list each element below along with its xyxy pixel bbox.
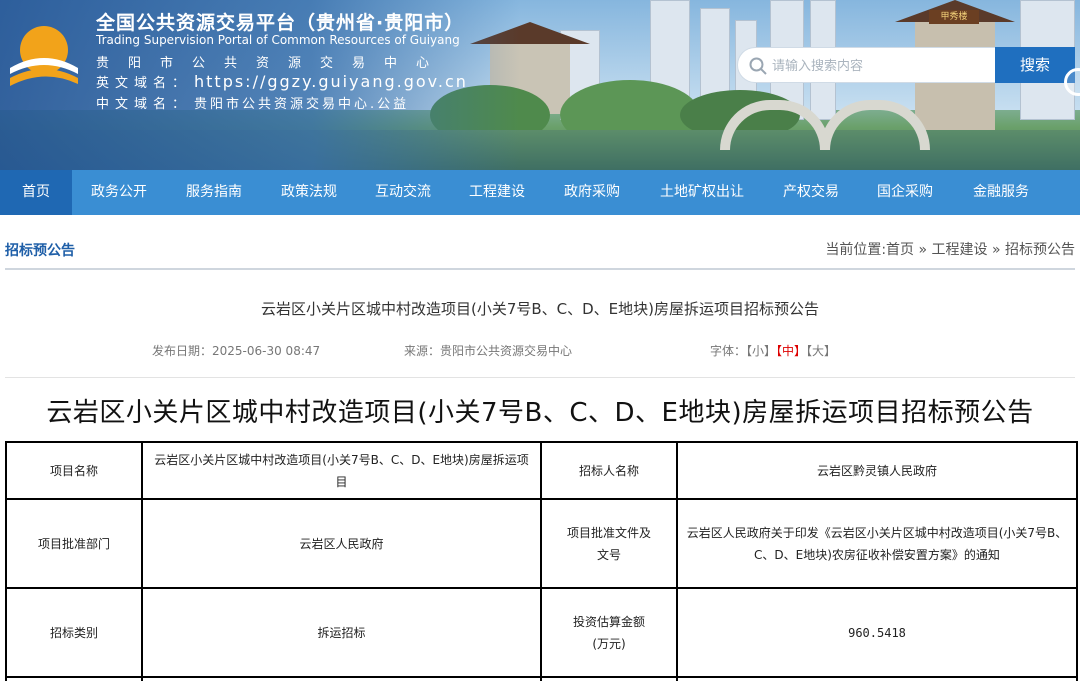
font-size-controls: 字体：【小】【中】【大】 <box>710 342 836 359</box>
table-cell-empty <box>141 676 542 681</box>
font-medium-button[interactable]: 【中】 <box>776 344 806 358</box>
document-title: 云岩区小关片区城中村改造项目(小关7号B、C、D、E地块)房屋拆运项目招标预公告 <box>46 398 1034 428</box>
nav-item-service-guide[interactable]: 服务指南 <box>166 170 262 215</box>
search-icon <box>749 57 767 75</box>
nav-item-property-trading[interactable]: 产权交易 <box>764 170 858 215</box>
breadcrumb[interactable]: 当前位置:首页 » 工程建设 » 招标预公告 <box>825 239 1075 259</box>
english-domain-link[interactable]: https://ggzy.guiyang.gov.cn <box>194 72 468 91</box>
table-row: 招标类别 拆运招标 投资估算金额(万元) 960.5418 <box>5 587 1078 678</box>
site-title: 全国公共资源交易平台（贵州省·贵阳市） <box>96 12 465 34</box>
section-title: 招标预公告 <box>5 243 75 259</box>
site-organization: 贵阳市公共资源交易中心 <box>96 56 449 71</box>
table-cell-empty <box>676 676 1078 681</box>
table-cell-label: 投资估算金额(万元) <box>540 587 678 678</box>
nav-item-government-procurement[interactable]: 政府采购 <box>544 170 640 215</box>
font-small-button[interactable]: 【小】 <box>746 344 776 358</box>
nav-item-government-affairs[interactable]: 政务公开 <box>72 170 166 215</box>
article-source: 来源：贵阳市公共资源交易中心 <box>404 344 573 358</box>
table-cell-label: 项目批准部门 <box>5 498 143 589</box>
table-cell-label: 招标人名称 <box>540 441 678 500</box>
pavilion-sign: 甲秀楼 <box>929 10 979 24</box>
font-large-button[interactable]: 【大】 <box>806 344 836 358</box>
table-cell-value: 云岩区人民政府关于印发《云岩区小关片区城中村改造项目(小关7号B、C、D、E地块… <box>676 498 1078 589</box>
table-cell-empty <box>5 676 143 681</box>
project-info-table: 项目名称 云岩区小关片区城中村改造项目(小关7号B、C、D、E地块)房屋拆运项目… <box>5 441 1078 681</box>
table-cell-empty <box>540 676 678 681</box>
main-nav: 首页 政务公开 服务指南 政策法规 互动交流 工程建设 政府采购 土地矿权出让 … <box>0 170 1080 215</box>
table-cell-value: 拆运招标 <box>141 587 542 678</box>
nav-item-soe-procurement[interactable]: 国企采购 <box>858 170 952 215</box>
table-cell-label: 项目名称 <box>5 441 143 500</box>
site-title-english: Trading Supervision Portal of Common Res… <box>96 33 460 47</box>
divider <box>5 377 1075 378</box>
site-header: 甲秀楼 全国公共资源交易平台（贵州省·贵阳市） Trading Supervis… <box>0 0 1080 170</box>
table-cell-label: 项目批准文件及文号 <box>540 498 678 589</box>
nav-item-policies[interactable]: 政策法规 <box>262 170 356 215</box>
section-header: 招标预公告 当前位置:首页 » 工程建设 » 招标预公告 <box>5 226 1075 270</box>
search-box <box>737 47 995 83</box>
font-size-label: 字体： <box>710 344 747 358</box>
table-cell-value: 960.5418 <box>676 587 1078 678</box>
nav-item-construction[interactable]: 工程建设 <box>450 170 544 215</box>
article-title: 云岩区小关片区城中村改造项目(小关7号B、C、D、E地块)房屋拆运项目招标预公告 <box>260 300 820 318</box>
table-cell-value: 云岩区小关片区城中村改造项目(小关7号B、C、D、E地块)房屋拆运项目 <box>141 441 542 500</box>
table-row: 项目名称 云岩区小关片区城中村改造项目(小关7号B、C、D、E地块)房屋拆运项目… <box>5 441 1078 500</box>
table-cell-value: 云岩区黔灵镇人民政府 <box>676 441 1078 500</box>
sun-over-waves-logo-icon <box>10 26 78 86</box>
chinese-domain-label: 中文域名： <box>96 97 192 112</box>
nav-item-home[interactable]: 首页 <box>0 170 72 215</box>
chinese-domain-row: 中文域名： 贵阳市公共资源交易中心.公益 <box>96 93 409 112</box>
search-input[interactable] <box>772 54 987 78</box>
search-button[interactable]: 搜索 <box>995 47 1075 83</box>
publish-date: 发布日期：2025-06-30 08:47 <box>152 344 321 358</box>
table-row <box>5 676 1078 681</box>
table-cell-value: 云岩区人民政府 <box>141 498 542 589</box>
english-domain-row: 英文域名： https://ggzy.guiyang.gov.cn <box>96 72 468 91</box>
table-row: 项目批准部门 云岩区人民政府 项目批准文件及文号 云岩区人民政府关于印发《云岩区… <box>5 498 1078 589</box>
nav-item-land-mining[interactable]: 土地矿权出让 <box>640 170 764 215</box>
nav-item-interaction[interactable]: 互动交流 <box>356 170 450 215</box>
nav-item-financial-services[interactable]: 金融服务 <box>952 170 1050 215</box>
english-domain-label: 英文域名： <box>96 76 192 91</box>
table-cell-label: 招标类别 <box>5 587 143 678</box>
chinese-domain-link[interactable]: 贵阳市公共资源交易中心.公益 <box>194 97 409 112</box>
